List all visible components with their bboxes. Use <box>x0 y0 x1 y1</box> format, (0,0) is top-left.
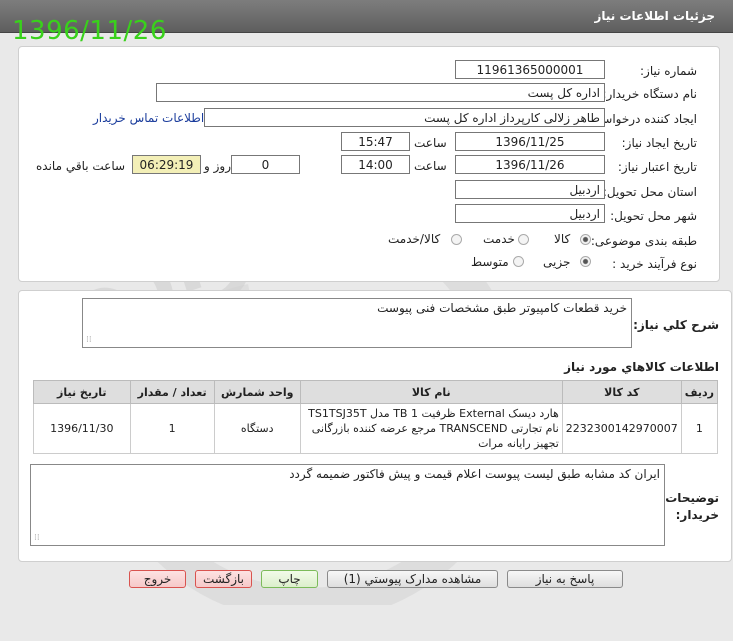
province-field: اردبيل <box>455 180 605 199</box>
category-radio-goods[interactable] <box>580 234 591 245</box>
category-label: طبقه بندی موضوعی: <box>590 234 697 248</box>
need-number-label: شماره نياز: <box>640 64 697 78</box>
col-name: نام کالا <box>299 380 563 404</box>
col-row: رديف <box>680 380 719 404</box>
summary-textarea[interactable]: خريد قطعات کامپيوتر طبق مشخصات فنی پيوست… <box>82 298 632 348</box>
col-qty: تعداد / مقدار <box>129 380 215 404</box>
requester-field: طاهر زلالی کارپرداز اداره کل پست <box>204 108 605 127</box>
col-date: تاريخ نياز <box>33 380 131 404</box>
days-remaining-field: 0 <box>231 155 300 174</box>
process-radio-minor[interactable] <box>580 256 591 267</box>
process-option-medium: متوسط <box>471 255 509 269</box>
exit-button[interactable]: خروج <box>129 570 186 588</box>
need-number-field: 11961365000001 <box>455 60 605 79</box>
date-stamp: 1396/11/26 <box>12 16 167 46</box>
cell-row: 1 <box>680 403 719 454</box>
created-time-label: ساعت <box>414 136 447 150</box>
buyer-notes-label: توضيحات خريدار: <box>665 491 719 522</box>
days-label: روز و <box>204 159 231 173</box>
valid-date-label: تاريخ اعتبار نياز: <box>617 160 697 174</box>
valid-time-field: 14:00 <box>341 155 410 174</box>
valid-time-label: ساعت <box>414 159 447 173</box>
buyer-notes-textarea[interactable]: ايران کد مشابه طبق ليست پيوست اعلام قيمت… <box>30 464 665 546</box>
items-table: رديف کد کالا نام کالا واحد شمارش تعداد /… <box>33 380 719 454</box>
buyer-notes-text: ايران کد مشابه طبق ليست پيوست اعلام قيمت… <box>289 467 660 481</box>
category-radio-both[interactable] <box>451 234 462 245</box>
page-title: جزئيات اطلاعات نياز <box>594 9 715 23</box>
buyer-contact-link[interactable]: اطلاعات تماس خريدار <box>93 111 204 125</box>
summary-label: شرح کلي نياز: <box>633 318 719 332</box>
category-option-both: کالا/خدمت <box>388 232 441 246</box>
summary-text: خريد قطعات کامپيوتر طبق مشخصات فنی پيوست <box>377 301 627 315</box>
items-section-title: اطلاعات کالاهاي مورد نياز <box>564 360 719 374</box>
province-label: استان محل تحويل: <box>602 185 697 199</box>
remaining-time-field: 06:29:19 <box>132 155 201 174</box>
reply-button[interactable]: پاسخ به نياز <box>507 570 623 588</box>
created-date-field: 1396/11/25 <box>455 132 605 151</box>
print-button[interactable]: چاپ <box>261 570 318 588</box>
created-time-field: 15:47 <box>341 132 410 151</box>
buyer-org-field: اداره کل پست <box>156 83 605 102</box>
category-radio-service[interactable] <box>518 234 529 245</box>
city-label: شهر محل تحويل: <box>610 209 697 223</box>
process-label: نوع فرآيند خريد : <box>612 257 697 271</box>
cell-name: هارد ديسک External ظرفيت TB 1 مدل TS1TSJ… <box>299 403 563 454</box>
buyer-org-label: نام دستگاه خريدار: <box>602 87 698 101</box>
resize-grip-icon[interactable]: ⁞⁞ <box>34 534 40 543</box>
category-option-goods: کالا <box>554 232 571 246</box>
cell-date: 1396/11/30 <box>33 403 131 454</box>
cell-qty: 1 <box>129 403 215 454</box>
process-radio-medium[interactable] <box>513 256 524 267</box>
process-option-minor: جزيی <box>543 255 571 269</box>
city-field: اردبيل <box>455 204 605 223</box>
created-date-label: تاريخ ايجاد نياز: <box>621 136 697 150</box>
valid-date-field: 1396/11/26 <box>455 155 605 174</box>
remaining-label: ساعت باقي مانده <box>36 159 126 173</box>
table-row: 1 2232300142970007 هارد ديسک External ظر… <box>33 403 719 454</box>
col-unit: واحد شمارش <box>213 380 301 404</box>
items-table-header: رديف کد کالا نام کالا واحد شمارش تعداد /… <box>33 380 719 404</box>
cell-unit: دستگاه <box>213 403 301 454</box>
col-code: کد کالا <box>561 380 682 404</box>
resize-grip-icon[interactable]: ⁞⁞ <box>86 336 92 345</box>
cell-code: 2232300142970007 <box>561 403 682 454</box>
view-attachments-button[interactable]: مشاهده مدارک پيوستي (1) <box>327 570 498 588</box>
back-button[interactable]: بازگشت <box>195 570 252 588</box>
category-option-service: خدمت <box>483 232 515 246</box>
